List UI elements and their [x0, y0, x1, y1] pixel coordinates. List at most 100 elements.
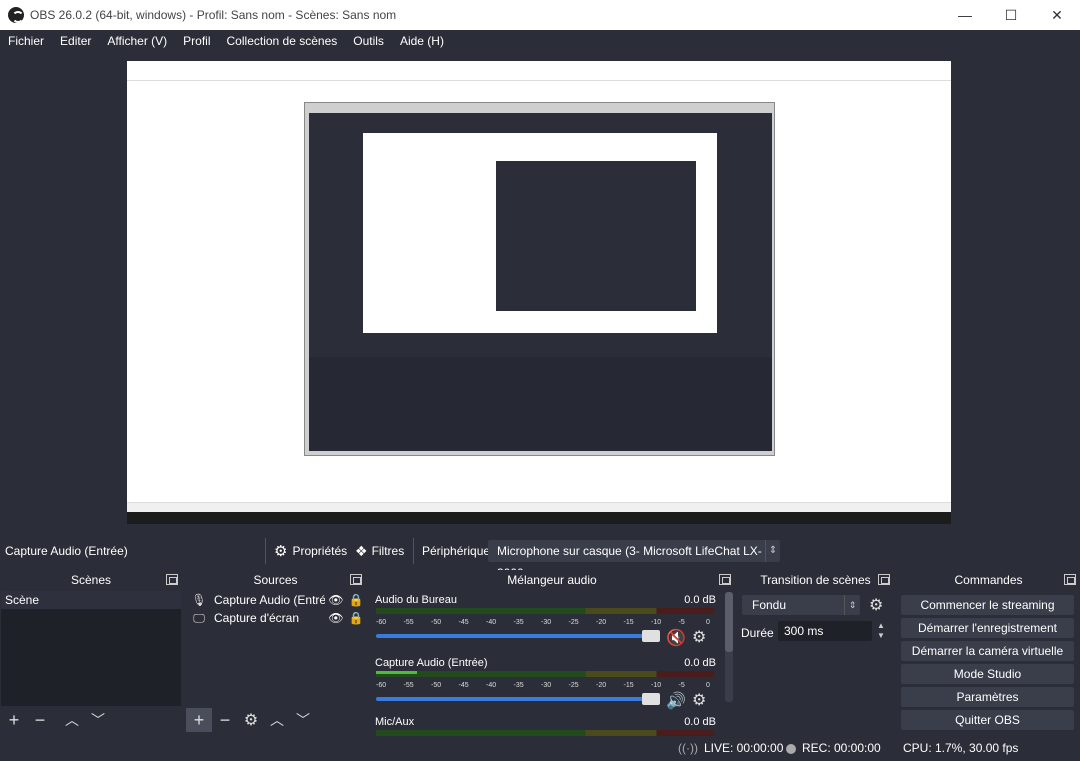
device-select[interactable]: Microphone sur casque (3- Microsoft Life… — [488, 540, 780, 580]
updown-arrows-icon: ⇕ — [844, 595, 860, 615]
gear-icon[interactable]: ⚙ — [692, 690, 706, 710]
lock-icon[interactable]: 🔒 — [347, 593, 365, 607]
add-source-button[interactable]: + — [186, 708, 212, 732]
volume-meter — [376, 608, 714, 614]
preview-area[interactable] — [0, 52, 1080, 538]
mixer-scrollbar[interactable] — [725, 592, 733, 702]
live-status: LIVE: 00:00:00 — [703, 741, 784, 755]
studio-mode-button[interactable]: Mode Studio — [901, 664, 1074, 684]
scenes-title: Scènes — [70, 573, 112, 587]
meter-tick-label: -15 — [623, 619, 634, 626]
settings-button[interactable]: Paramètres — [901, 687, 1074, 707]
meter-tick-label: -40 — [486, 619, 497, 626]
remove-source-button[interactable]: − — [212, 708, 238, 732]
monitor-icon: 🖵 — [193, 610, 205, 625]
scene-item[interactable]: Scène — [1, 591, 181, 609]
meter-tick-label: -5 — [678, 619, 685, 626]
lock-icon[interactable]: 🔒 — [347, 611, 365, 625]
channel-db: 0.0 dB — [684, 594, 716, 606]
source-name: Capture Audio (Entrée) — [214, 593, 325, 607]
device-value: Microphone sur casque (3- Microsoft Life… — [497, 544, 762, 580]
add-scene-button[interactable]: + — [1, 708, 27, 732]
eye-icon[interactable]: 👁 — [325, 593, 347, 607]
menu-collection-scenes[interactable]: Collection de scènes — [219, 34, 346, 48]
menu-aide[interactable]: Aide (H) — [392, 34, 452, 48]
mixer-channels: Audio du Bureau 0.0 dB -60 -55 -50 -45 -40 -3… — [370, 591, 722, 736]
source-item[interactable]: 🖵 Capture d'écran 👁 🔒 — [186, 609, 365, 627]
controls-title: Commandes — [954, 573, 1023, 587]
minimize-button[interactable]: — — [942, 0, 988, 30]
window-title: OBS 26.0.2 (64-bit, windows) - Profil: S… — [30, 8, 397, 22]
source-item[interactable]: 🎙 Capture Audio (Entrée) 👁 🔒 — [186, 591, 365, 609]
meter-tick-label: -20 — [596, 619, 607, 626]
context-source-name: Capture Audio (Entrée) — [5, 544, 128, 558]
start-virtual-camera-button[interactable]: Démarrer la caméra virtuelle — [901, 641, 1074, 661]
meter-tick-label: -45 — [458, 682, 469, 689]
speaker-icon[interactable]: 🔊 — [666, 691, 686, 711]
gear-icon[interactable]: ⚙ — [692, 627, 706, 647]
meter-tick-label: -45 — [458, 619, 469, 626]
transitions-title: Transition de scènes — [760, 573, 871, 587]
duration-spinner[interactable]: ▲ ▼ — [874, 621, 888, 641]
filter-icon: ❖ — [355, 542, 368, 559]
undock-icon[interactable] — [1064, 574, 1076, 585]
cpu-status: CPU: 1.7%, 30.00 fps — [903, 741, 1019, 755]
menu-profil[interactable]: Profil — [175, 34, 218, 48]
volume-slider[interactable] — [376, 693, 660, 705]
menu-fichier[interactable]: Fichier — [0, 34, 52, 48]
meter-tick-label: -10 — [651, 619, 662, 626]
properties-button[interactable]: ⚙ Propriétés — [265, 538, 347, 564]
duration-input[interactable]: 300 ms — [778, 621, 872, 641]
menu-editer[interactable]: Editer — [52, 34, 99, 48]
properties-label: Propriétés — [292, 544, 348, 558]
filters-button[interactable]: ❖ Filtres — [355, 538, 404, 564]
sources-title: Sources — [253, 573, 298, 587]
status-bar: ((·)) LIVE: 00:00:00 REC: 00:00:00 CPU: … — [0, 736, 1080, 761]
channel-db: 0.0 dB — [684, 716, 716, 728]
device-label: Périphérique — [413, 538, 490, 564]
broadcast-icon: ((·)) — [678, 741, 698, 755]
meter-tick-label: -30 — [541, 619, 552, 626]
meter-ticks: -60 -55 -50 -45 -40 -35 -30 -25 -20 -15 -10 -5 0 — [376, 679, 714, 691]
mixer-title: Mélangeur audio — [507, 573, 597, 587]
scene-up-button[interactable]: ︿ — [59, 708, 85, 732]
filters-label: Filtres — [371, 544, 405, 558]
meter-tick-label: -25 — [568, 682, 579, 689]
duration-label: Durée — [741, 626, 774, 640]
meter-ticks: -60 -55 -50 -45 -40 -35 -30 -25 -20 -15 -10 -5 0 — [376, 616, 714, 628]
meter-tick-label: -40 — [486, 682, 497, 689]
volume-slider[interactable] — [376, 630, 660, 642]
meter-tick-label: -30 — [541, 682, 552, 689]
transition-select[interactable]: Fondu ⇕ — [742, 595, 860, 615]
remove-scene-button[interactable]: − — [27, 708, 53, 732]
meter-tick-label: -50 — [431, 682, 442, 689]
speaker-muted-icon[interactable]: 🔇 — [666, 628, 686, 648]
sources-dock: Sources 🎙 Capture Audio (Entrée) 👁 🔒 🖵 C… — [185, 570, 366, 734]
start-streaming-button[interactable]: Commencer le streaming — [901, 595, 1074, 615]
meter-tick-label: -55 — [403, 619, 414, 626]
close-button[interactable]: ✕ — [1034, 0, 1080, 30]
eye-icon[interactable]: 👁 — [325, 611, 347, 625]
maximize-button[interactable]: ☐ — [988, 0, 1034, 30]
channel-name: Capture Audio (Entrée) — [375, 657, 488, 669]
source-settings-button[interactable]: ⚙ — [238, 708, 264, 732]
source-down-button[interactable]: ﹀ — [290, 708, 316, 732]
start-recording-button[interactable]: Démarrer l'enregistrement — [901, 618, 1074, 638]
mixer-channel: Capture Audio (Entrée) 0.0 dB -60 -55 -50-… — [374, 657, 716, 715]
obs-logo-icon — [8, 7, 24, 23]
undock-icon[interactable] — [350, 574, 362, 585]
exit-obs-button[interactable]: Quitter OBS — [901, 710, 1074, 730]
undock-icon[interactable] — [878, 574, 890, 585]
rec-status: REC: 00:00:00 — [802, 741, 881, 755]
meter-tick-label: 0 — [706, 682, 710, 689]
scene-down-button[interactable]: ﹀ — [85, 708, 111, 732]
undock-icon[interactable] — [166, 574, 178, 585]
transition-settings-gear-icon[interactable]: ⚙ — [869, 595, 883, 615]
meter-tick-label: -20 — [596, 682, 607, 689]
preview-nested-window — [304, 102, 775, 456]
menu-outils[interactable]: Outils — [345, 34, 392, 48]
menu-afficher[interactable]: Afficher (V) — [99, 34, 175, 48]
undock-icon[interactable] — [719, 574, 731, 585]
source-up-button[interactable]: ︿ — [264, 708, 290, 732]
meter-tick-label: -35 — [513, 682, 524, 689]
